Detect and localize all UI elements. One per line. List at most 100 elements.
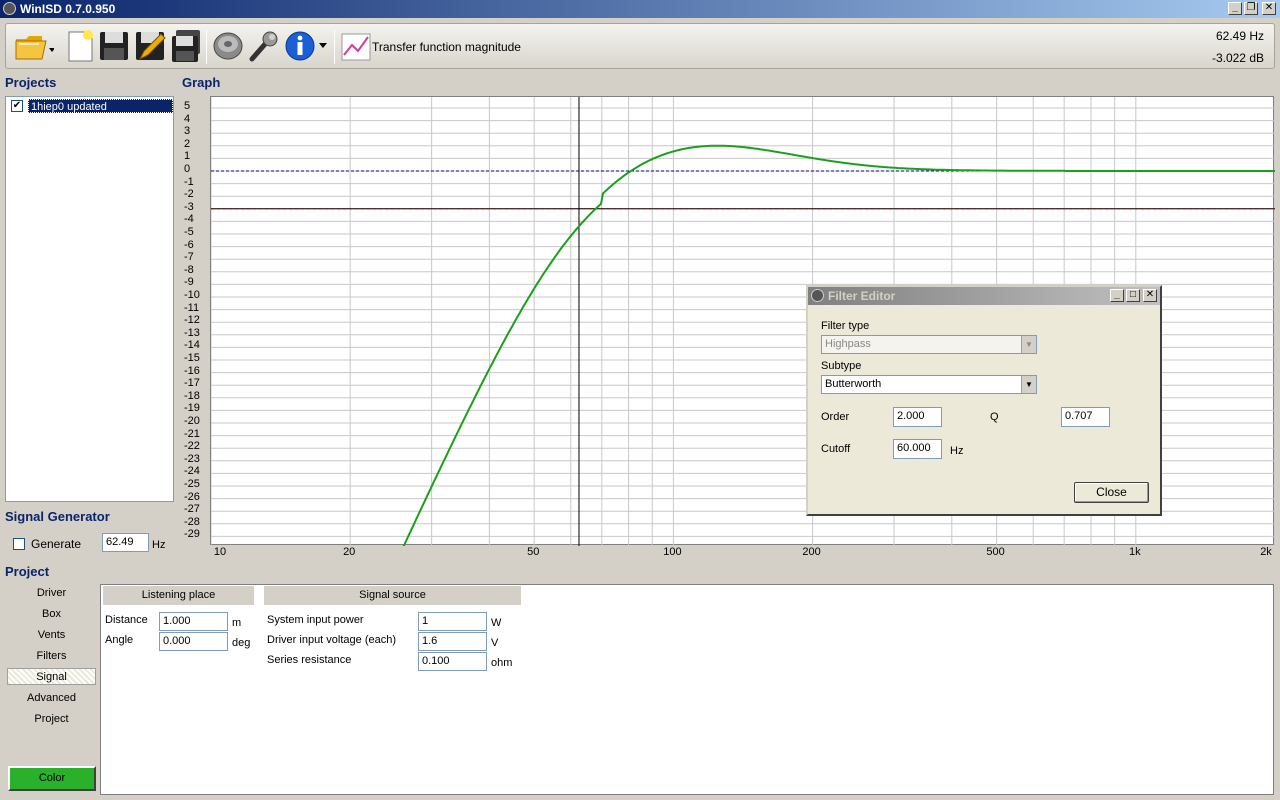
app-icon	[3, 2, 16, 15]
project-checkbox[interactable]: ✔	[11, 100, 23, 112]
close-icon[interactable]: ✕	[1143, 289, 1157, 302]
y-tick-label: 2	[184, 137, 191, 150]
y-tick-label: -15	[184, 352, 200, 364]
generate-checkbox[interactable]	[13, 538, 25, 550]
cutoff-label: Cutoff	[821, 443, 851, 455]
series-resistance-input[interactable]: 0.100	[418, 652, 487, 671]
graph-type-label[interactable]: Transfer function magnitude	[372, 40, 521, 54]
y-tick-label: -14	[184, 339, 200, 352]
nav-item-signal[interactable]: Signal	[7, 668, 96, 685]
y-tick-label: -21	[184, 427, 200, 440]
x-tick-label: 200	[802, 546, 821, 558]
nav-item-box[interactable]: Box	[7, 606, 96, 623]
chevron-down-icon: ▼	[1021, 336, 1036, 353]
minimize-button[interactable]: _	[1228, 2, 1242, 15]
listening-place-header: Listening place	[103, 586, 254, 605]
generate-label: Generate	[31, 537, 82, 551]
app-icon	[811, 289, 824, 302]
close-button[interactable]: Close	[1074, 482, 1149, 503]
toolbar-separator	[206, 30, 207, 64]
input-power-input[interactable]: 1	[418, 612, 487, 631]
series-resistance-label: Series resistance	[267, 654, 352, 666]
nav-item-project[interactable]: Project	[7, 711, 96, 728]
cursor-frequency-readout: 62.49 Hz	[1215, 29, 1264, 43]
y-tick-label: 0	[184, 163, 191, 175]
y-tick-label: -19	[184, 402, 200, 415]
y-tick-label: -7	[184, 251, 194, 264]
filter-editor-title: Filter Editor	[828, 289, 896, 303]
y-tick-label: -8	[184, 263, 194, 276]
y-tick-label: 4	[184, 112, 191, 125]
color-button[interactable]: Color	[8, 766, 96, 791]
x-tick-label: 100	[663, 546, 682, 558]
y-tick-label: -1	[184, 175, 194, 188]
y-tick-label: -12	[184, 314, 200, 327]
input-power-unit: W	[491, 617, 502, 629]
maximize-button[interactable]: □	[1126, 289, 1140, 302]
y-tick-label: -13	[184, 326, 200, 339]
title-bar: WinISD 0.7.0.950 _ ❐ ✕	[0, 0, 1280, 18]
filter-editor-title-bar[interactable]: Filter Editor _ □ ✕	[808, 287, 1160, 305]
input-voltage-label: Driver input voltage (each)	[267, 634, 397, 646]
restore-button[interactable]: ❐	[1244, 2, 1258, 15]
order-input[interactable]: 2.000	[893, 407, 942, 427]
x-tick-label: 1k	[1128, 546, 1141, 558]
subtype-value: Butterworth	[825, 378, 882, 390]
y-tick-label: -4	[184, 213, 194, 226]
close-button[interactable]: ✕	[1262, 2, 1276, 15]
projects-list[interactable]: ✔ 1hiep0 updated	[5, 96, 174, 502]
angle-input[interactable]: 0.000	[159, 632, 228, 651]
toolbar-separator	[334, 30, 335, 64]
distance-input[interactable]: 1.000	[159, 612, 228, 631]
x-tick-label: 2k	[1260, 546, 1272, 558]
filter-type-select: Highpass ▼	[821, 335, 1037, 354]
distance-unit: m	[232, 617, 242, 629]
y-tick-label: -2	[184, 188, 194, 201]
x-tick-label: 10	[213, 546, 227, 558]
filter-editor-dialog: Filter Editor _ □ ✕ Filter type Highpass…	[806, 285, 1162, 516]
q-input[interactable]: 0.707	[1061, 407, 1110, 427]
y-tick-label: 1	[184, 150, 191, 163]
y-tick-label: -9	[184, 276, 194, 289]
subtype-select[interactable]: Butterworth ▼	[821, 375, 1037, 394]
y-tick-label: -6	[184, 238, 194, 251]
save-all-icon[interactable]	[170, 29, 202, 63]
chevron-down-icon[interactable]: ▼	[1021, 376, 1036, 393]
nav-item-driver[interactable]: Driver	[7, 585, 96, 602]
open-folder-icon[interactable]	[14, 29, 54, 63]
new-file-icon[interactable]	[64, 29, 96, 63]
speaker-icon[interactable]	[212, 29, 244, 63]
wrench-icon[interactable]	[248, 29, 280, 63]
project-label[interactable]: 1hiep0 updated	[28, 99, 173, 113]
y-tick-label: -25	[184, 478, 200, 490]
x-tick-label: 50	[527, 546, 540, 558]
minimize-button[interactable]: _	[1110, 289, 1124, 302]
save-icon[interactable]	[98, 29, 130, 63]
y-tick-label: -28	[184, 515, 200, 528]
input-voltage-input[interactable]: 1.6	[418, 632, 487, 651]
cutoff-input[interactable]: 60.000	[893, 439, 942, 459]
y-tick-label: -23	[184, 452, 200, 465]
nav-item-vents[interactable]: Vents	[7, 627, 96, 644]
generator-unit: Hz	[152, 539, 166, 551]
toolbar: Transfer function magnitude 62.49 Hz -3.…	[5, 23, 1275, 69]
window-title: WinISD 0.7.0.950	[20, 2, 116, 16]
y-tick-label: -5	[184, 226, 194, 238]
signal-generator-heading: Signal Generator	[5, 509, 110, 524]
nav-item-advanced[interactable]: Advanced	[7, 690, 96, 707]
angle-unit: deg	[232, 637, 251, 649]
y-tick-label: -10	[184, 289, 200, 301]
distance-label: Distance	[105, 614, 148, 626]
x-tick-label: 500	[986, 546, 1005, 558]
nav-item-filters[interactable]: Filters	[7, 648, 96, 665]
x-tick-label: 20	[343, 546, 356, 558]
list-item[interactable]: ✔ 1hiep0 updated	[9, 99, 173, 113]
graph-icon[interactable]	[340, 29, 372, 63]
info-icon[interactable]	[284, 29, 316, 63]
chevron-down-icon[interactable]	[319, 43, 327, 49]
input-power-label: System input power	[267, 614, 364, 626]
y-axis: 5 4 3 2 1 0 -1 -2 -3 -4 -5 -6 -7 -8 -9 -10 -11 -12 -13 -14-…	[180, 96, 208, 545]
generator-frequency-input[interactable]: 62.49	[102, 533, 149, 552]
y-tick-label: -26	[184, 490, 200, 503]
edit-icon[interactable]	[134, 29, 166, 63]
